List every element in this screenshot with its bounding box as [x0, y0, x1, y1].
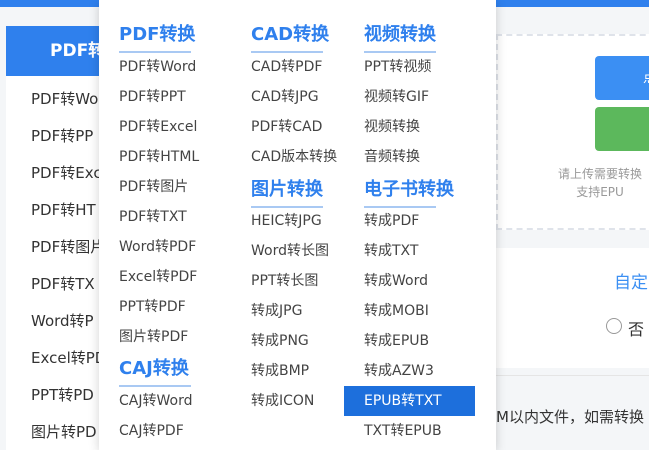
menu-item[interactable]: CAD版本转换: [251, 142, 337, 172]
section-title-video: 视频转换: [364, 20, 436, 53]
menu-item[interactable]: PDF转HTML: [119, 142, 199, 172]
settings-panel: [496, 248, 649, 368]
file-size-notice: M以内文件，如需转换: [496, 408, 644, 426]
menu-item[interactable]: CAD转JPG: [251, 82, 319, 112]
menu-item[interactable]: PDF转CAD: [251, 112, 322, 142]
upload-hint: 请上传需要转换 支持EPU: [530, 165, 649, 201]
menu-item[interactable]: PPT转长图: [251, 266, 318, 296]
menu-item[interactable]: 转成BMP: [251, 356, 309, 386]
menu-item[interactable]: PPT转PDF: [119, 292, 186, 322]
menu-item[interactable]: PDF转PPT: [119, 82, 186, 112]
upload-file-button[interactable]: 点: [595, 56, 649, 100]
menu-item[interactable]: 图片转PDF: [119, 322, 188, 352]
menu-item[interactable]: 转成MOBI: [364, 296, 429, 326]
menu-item[interactable]: Word转PDF: [119, 232, 196, 262]
no-radio-label: 否: [628, 320, 645, 339]
section-title-cad: CAD转换: [251, 20, 329, 53]
menu-item[interactable]: TXT转EPUB: [364, 416, 442, 446]
no-radio-button[interactable]: [606, 318, 622, 334]
menu-item[interactable]: 转成PNG: [251, 326, 309, 356]
menu-item-active[interactable]: EPUB转TXT: [344, 386, 475, 416]
divider: [496, 375, 649, 376]
menu-item[interactable]: 转成ICON: [251, 386, 314, 416]
menu-item[interactable]: PPT转视频: [364, 52, 431, 82]
menu-item[interactable]: 转成EPUB: [364, 326, 429, 356]
menu-item[interactable]: HEIC转JPG: [251, 206, 322, 236]
menu-item[interactable]: PDF转图片: [119, 172, 188, 202]
section-title-image: 图片转换: [251, 175, 323, 208]
menu-item[interactable]: 视频转换: [364, 112, 420, 142]
upload-hint-line2: 支持EPU: [576, 185, 624, 199]
upload-hint-line1: 请上传需要转换: [557, 167, 642, 181]
menu-item[interactable]: Word转长图: [251, 236, 329, 266]
menu-item[interactable]: 转成TXT: [364, 236, 418, 266]
menu-item[interactable]: PDF转Excel: [119, 112, 197, 142]
menu-item[interactable]: CAJ转PDF: [119, 416, 184, 446]
custom-settings-label: 自定: [614, 273, 648, 293]
menu-item[interactable]: 转成PDF: [364, 206, 419, 236]
section-title-pdf: PDF转换: [119, 20, 195, 53]
menu-item[interactable]: 视频转GIF: [364, 82, 429, 112]
section-title-ebook: 电子书转换: [364, 175, 454, 208]
menu-item[interactable]: Excel转PDF: [119, 262, 197, 292]
menu-item[interactable]: 转成AZW3: [364, 356, 434, 386]
menu-item[interactable]: 转成JPG: [251, 296, 302, 326]
section-title-caj: CAJ转换: [119, 354, 191, 387]
menu-item[interactable]: CAJ转Word: [119, 386, 192, 416]
start-convert-button[interactable]: [595, 107, 649, 151]
menu-item[interactable]: PDF转Word: [119, 52, 196, 82]
menu-item[interactable]: PDF转TXT: [119, 202, 187, 232]
menu-item[interactable]: 转成Word: [364, 266, 428, 296]
menu-item[interactable]: 音频转换: [364, 142, 420, 172]
conversion-mega-menu: PDF转换 PDF转Word PDF转PPT PDF转Excel PDF转HTM…: [99, 0, 496, 450]
menu-item[interactable]: CAD转PDF: [251, 52, 322, 82]
